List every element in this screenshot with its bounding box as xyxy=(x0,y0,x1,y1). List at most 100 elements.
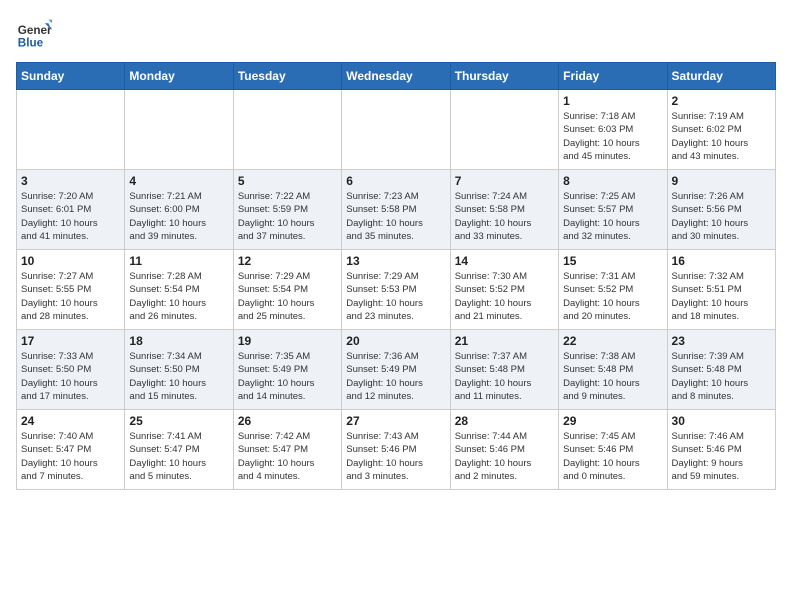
day-number: 16 xyxy=(672,254,771,268)
calendar-day-cell xyxy=(450,90,558,170)
calendar-day-cell: 6 Sunrise: 7:23 AM Sunset: 5:58 PM Daylig… xyxy=(342,170,450,250)
day-number: 24 xyxy=(21,414,120,428)
day-number: 3 xyxy=(21,174,120,188)
calendar-day-cell: 5Sunrise: 7:22 AM Sunset: 5:59 PM Daylig… xyxy=(233,170,341,250)
day-number: 19 xyxy=(238,334,337,348)
calendar-day-cell: 2 Sunrise: 7:19 AM Sunset: 6:02 PM Daylig… xyxy=(667,90,775,170)
calendar-day-cell: 8Sunrise: 7:25 AM Sunset: 5:57 PM Daylig… xyxy=(559,170,667,250)
day-number: 20 xyxy=(346,334,445,348)
day-info: Sunrise: 7:29 AM Sunset: 5:54 PM Dayligh… xyxy=(238,270,337,323)
day-number: 26 xyxy=(238,414,337,428)
calendar-day-cell: 15 Sunrise: 7:31 AM Sunset: 5:52 PM Dayli… xyxy=(559,250,667,330)
calendar-day-cell: 20Sunrise: 7:36 AM Sunset: 5:49 PM Dayli… xyxy=(342,330,450,410)
calendar-day-cell: 28 Sunrise: 7:44 AM Sunset: 5:46 PM Dayli… xyxy=(450,410,558,490)
page-header: General Blue xyxy=(16,16,776,52)
day-info: Sunrise: 7:20 AM Sunset: 6:01 PM Dayligh… xyxy=(21,190,120,243)
day-number: 7 xyxy=(455,174,554,188)
day-number: 23 xyxy=(672,334,771,348)
calendar-day-cell: 16 Sunrise: 7:32 AM Sunset: 5:51 PM Dayli… xyxy=(667,250,775,330)
day-number: 18 xyxy=(129,334,228,348)
calendar-day-cell: 24 Sunrise: 7:40 AM Sunset: 5:47 PM Dayli… xyxy=(17,410,125,490)
day-info: Sunrise: 7:45 AM Sunset: 5:46 PM Dayligh… xyxy=(563,430,662,483)
svg-text:General: General xyxy=(18,24,52,37)
day-info: Sunrise: 7:28 AM Sunset: 5:54 PM Dayligh… xyxy=(129,270,228,323)
day-number: 30 xyxy=(672,414,771,428)
day-info: Sunrise: 7:22 AM Sunset: 5:59 PM Dayligh… xyxy=(238,190,337,243)
weekday-header-row: SundayMondayTuesdayWednesdayThursdayFrid… xyxy=(17,63,776,90)
day-info: Sunrise: 7:41 AM Sunset: 5:47 PM Dayligh… xyxy=(129,430,228,483)
day-info: Sunrise: 7:31 AM Sunset: 5:52 PM Dayligh… xyxy=(563,270,662,323)
calendar-day-cell: 21 Sunrise: 7:37 AM Sunset: 5:48 PM Dayli… xyxy=(450,330,558,410)
calendar-day-cell: 25 Sunrise: 7:41 AM Sunset: 5:47 PM Dayli… xyxy=(125,410,233,490)
day-number: 1 xyxy=(563,94,662,108)
weekday-header-thursday: Thursday xyxy=(450,63,558,90)
weekday-header-friday: Friday xyxy=(559,63,667,90)
day-info: Sunrise: 7:30 AM Sunset: 5:52 PM Dayligh… xyxy=(455,270,554,323)
calendar-table: SundayMondayTuesdayWednesdayThursdayFrid… xyxy=(16,62,776,490)
calendar-day-cell: 3 Sunrise: 7:20 AM Sunset: 6:01 PM Daylig… xyxy=(17,170,125,250)
day-info: Sunrise: 7:33 AM Sunset: 5:50 PM Dayligh… xyxy=(21,350,120,403)
day-number: 9 xyxy=(672,174,771,188)
day-info: Sunrise: 7:23 AM Sunset: 5:58 PM Dayligh… xyxy=(346,190,445,243)
day-number: 22 xyxy=(563,334,662,348)
day-number: 17 xyxy=(21,334,120,348)
day-number: 28 xyxy=(455,414,554,428)
day-number: 15 xyxy=(563,254,662,268)
day-number: 10 xyxy=(21,254,120,268)
day-info: Sunrise: 7:26 AM Sunset: 5:56 PM Dayligh… xyxy=(672,190,771,243)
calendar-day-cell: 13 Sunrise: 7:29 AM Sunset: 5:53 PM Dayli… xyxy=(342,250,450,330)
day-number: 29 xyxy=(563,414,662,428)
day-number: 8 xyxy=(563,174,662,188)
calendar-day-cell xyxy=(342,90,450,170)
day-info: Sunrise: 7:32 AM Sunset: 5:51 PM Dayligh… xyxy=(672,270,771,323)
calendar-day-cell: 1 Sunrise: 7:18 AM Sunset: 6:03 PM Daylig… xyxy=(559,90,667,170)
day-number: 25 xyxy=(129,414,228,428)
calendar-day-cell: 9 Sunrise: 7:26 AM Sunset: 5:56 PM Daylig… xyxy=(667,170,775,250)
day-number: 14 xyxy=(455,254,554,268)
day-info: Sunrise: 7:27 AM Sunset: 5:55 PM Dayligh… xyxy=(21,270,120,323)
day-number: 4 xyxy=(129,174,228,188)
day-info: Sunrise: 7:24 AM Sunset: 5:58 PM Dayligh… xyxy=(455,190,554,243)
calendar-day-cell: 22Sunrise: 7:38 AM Sunset: 5:48 PM Dayli… xyxy=(559,330,667,410)
calendar-day-cell: 30 Sunrise: 7:46 AM Sunset: 5:46 PM Dayli… xyxy=(667,410,775,490)
weekday-header-monday: Monday xyxy=(125,63,233,90)
calendar-day-cell xyxy=(233,90,341,170)
calendar-day-cell: 12 Sunrise: 7:29 AM Sunset: 5:54 PM Dayli… xyxy=(233,250,341,330)
day-number: 6 xyxy=(346,174,445,188)
day-info: Sunrise: 7:21 AM Sunset: 6:00 PM Dayligh… xyxy=(129,190,228,243)
calendar-day-cell: 23Sunrise: 7:39 AM Sunset: 5:48 PM Dayli… xyxy=(667,330,775,410)
day-info: Sunrise: 7:43 AM Sunset: 5:46 PM Dayligh… xyxy=(346,430,445,483)
day-number: 12 xyxy=(238,254,337,268)
calendar-week-row: 24 Sunrise: 7:40 AM Sunset: 5:47 PM Dayli… xyxy=(17,410,776,490)
calendar-day-cell: 27Sunrise: 7:43 AM Sunset: 5:46 PM Dayli… xyxy=(342,410,450,490)
day-info: Sunrise: 7:37 AM Sunset: 5:48 PM Dayligh… xyxy=(455,350,554,403)
day-info: Sunrise: 7:42 AM Sunset: 5:47 PM Dayligh… xyxy=(238,430,337,483)
day-info: Sunrise: 7:29 AM Sunset: 5:53 PM Dayligh… xyxy=(346,270,445,323)
day-info: Sunrise: 7:18 AM Sunset: 6:03 PM Dayligh… xyxy=(563,110,662,163)
day-number: 21 xyxy=(455,334,554,348)
day-info: Sunrise: 7:46 AM Sunset: 5:46 PM Dayligh… xyxy=(672,430,771,483)
calendar-week-row: 17 Sunrise: 7:33 AM Sunset: 5:50 PM Dayli… xyxy=(17,330,776,410)
calendar-day-cell: 19 Sunrise: 7:35 AM Sunset: 5:49 PM Dayli… xyxy=(233,330,341,410)
weekday-header-tuesday: Tuesday xyxy=(233,63,341,90)
logo-icon: General Blue xyxy=(16,16,52,52)
day-info: Sunrise: 7:44 AM Sunset: 5:46 PM Dayligh… xyxy=(455,430,554,483)
calendar-day-cell: 7 Sunrise: 7:24 AM Sunset: 5:58 PM Daylig… xyxy=(450,170,558,250)
day-info: Sunrise: 7:19 AM Sunset: 6:02 PM Dayligh… xyxy=(672,110,771,163)
logo: General Blue xyxy=(16,16,56,52)
day-info: Sunrise: 7:35 AM Sunset: 5:49 PM Dayligh… xyxy=(238,350,337,403)
day-number: 11 xyxy=(129,254,228,268)
weekday-header-sunday: Sunday xyxy=(17,63,125,90)
calendar-day-cell: 29 Sunrise: 7:45 AM Sunset: 5:46 PM Dayli… xyxy=(559,410,667,490)
weekday-header-saturday: Saturday xyxy=(667,63,775,90)
calendar-day-cell: 14 Sunrise: 7:30 AM Sunset: 5:52 PM Dayli… xyxy=(450,250,558,330)
calendar-day-cell: 17 Sunrise: 7:33 AM Sunset: 5:50 PM Dayli… xyxy=(17,330,125,410)
day-number: 2 xyxy=(672,94,771,108)
day-info: Sunrise: 7:40 AM Sunset: 5:47 PM Dayligh… xyxy=(21,430,120,483)
calendar-day-cell xyxy=(125,90,233,170)
day-number: 13 xyxy=(346,254,445,268)
svg-text:Blue: Blue xyxy=(18,37,44,50)
calendar-body: 1 Sunrise: 7:18 AM Sunset: 6:03 PM Daylig… xyxy=(17,90,776,490)
calendar-day-cell: 26 Sunrise: 7:42 AM Sunset: 5:47 PM Dayli… xyxy=(233,410,341,490)
calendar-day-cell: 4 Sunrise: 7:21 AM Sunset: 6:00 PM Daylig… xyxy=(125,170,233,250)
